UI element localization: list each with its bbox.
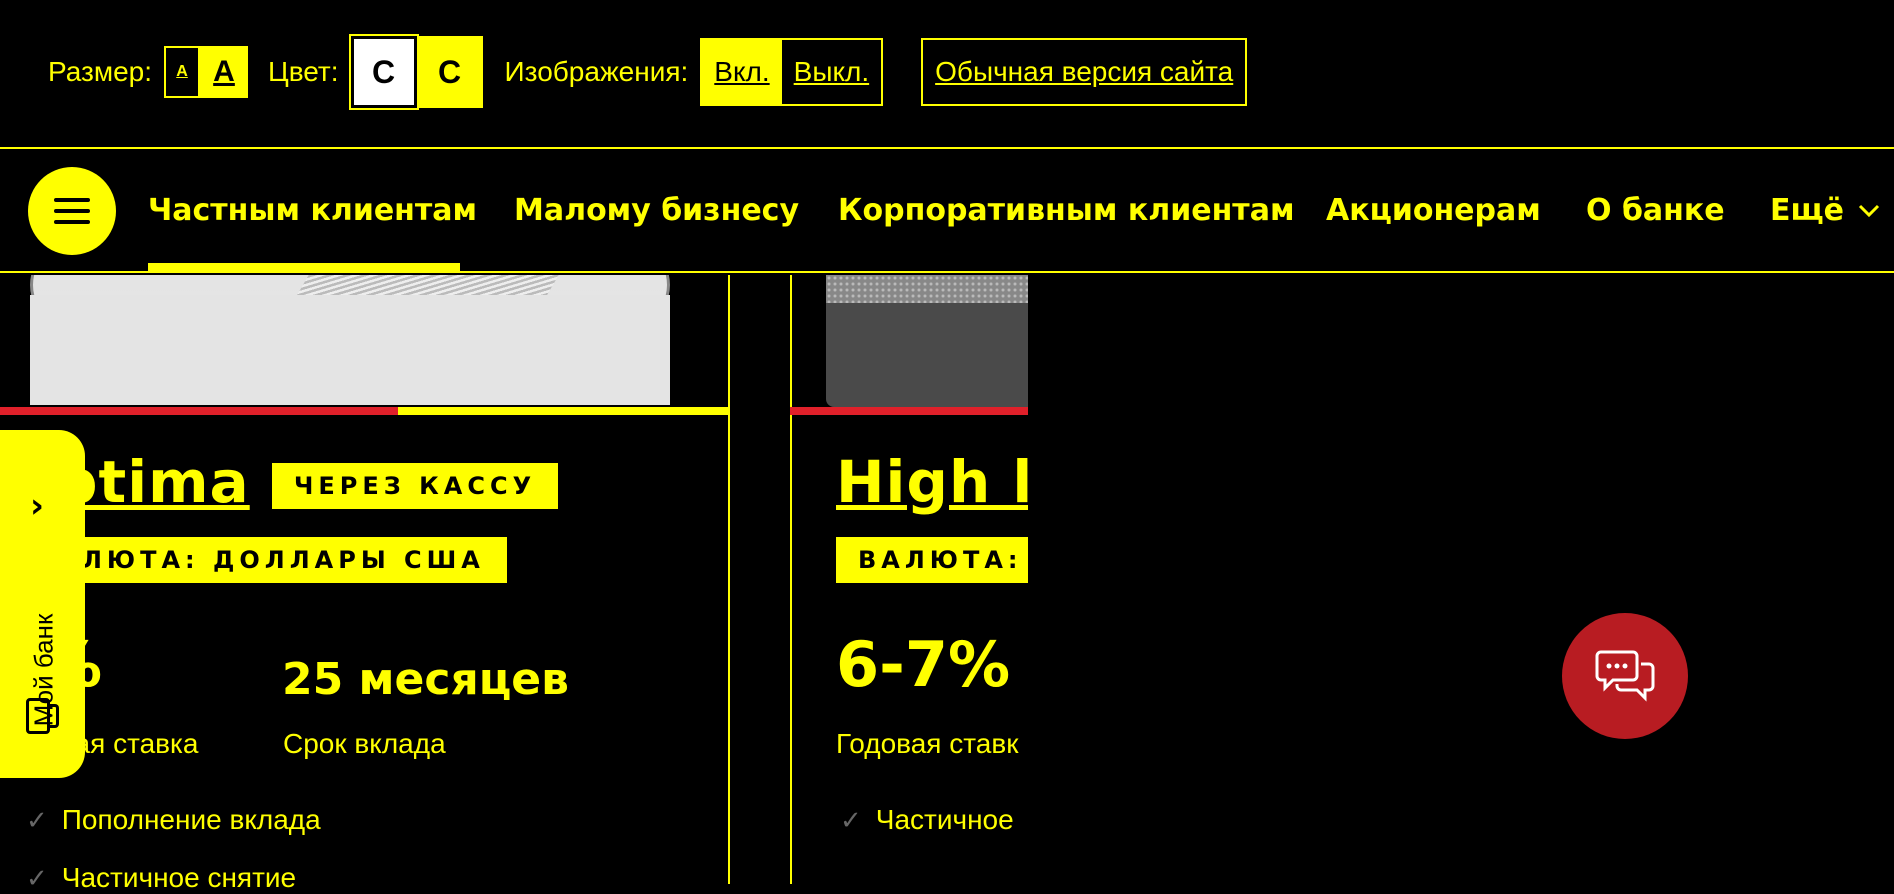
feature-text: Частичное — [875, 804, 1014, 835]
nav-item-private-clients[interactable]: Частным клиентам — [148, 149, 477, 271]
chat-icon — [1595, 650, 1655, 702]
active-nav-indicator — [148, 263, 460, 271]
card-border — [728, 275, 730, 884]
deposit-tag: ЧЕРЕЗ КАССУ — [272, 463, 559, 509]
mobile-device-icon-part — [48, 704, 59, 728]
images-off-button[interactable]: Выкл. — [781, 40, 882, 104]
nav-more-label: Ещё — [1770, 192, 1845, 228]
card-stripe-red — [0, 407, 398, 415]
deposit-title[interactable]: ptima — [56, 448, 250, 516]
images-toggle: Вкл. Выкл. — [700, 38, 884, 106]
chevron-right-icon: › — [30, 486, 45, 526]
my-bank-panel[interactable]: › Мой банк — [0, 430, 85, 778]
main-nav: Частным клиентам Малому бизнесу Корпорат… — [0, 147, 1894, 273]
list-item: ✓ Пополнение вклада — [26, 804, 321, 836]
feature-text: Частичное снятие — [61, 862, 297, 893]
color-yellow-button[interactable]: С — [416, 36, 483, 108]
nav-item-shareholders[interactable]: Акционерам — [1326, 149, 1541, 271]
accessibility-bar: Размер: A A Цвет: С С Изображения: Вкл. … — [0, 0, 1894, 147]
normal-version-link[interactable]: Обычная версия сайта — [921, 38, 1248, 106]
feature-text: Пополнение вклада — [61, 804, 321, 835]
list-item: ✓ Частичное — [840, 804, 1014, 836]
card-border — [790, 275, 792, 884]
check-icon: ✓ — [840, 804, 862, 835]
images-on-button[interactable]: Вкл. — [702, 40, 782, 104]
mobile-device-icon — [26, 698, 50, 734]
deposit-card-image — [790, 275, 1028, 407]
term-value: 25 месяцев — [282, 654, 569, 705]
color-scheme-group: С С — [348, 34, 483, 110]
nav-item-more[interactable]: Ещё — [1770, 149, 1882, 271]
card-stripe-red — [790, 407, 1028, 415]
chat-button[interactable] — [1562, 613, 1688, 739]
deposit-card-image — [0, 275, 728, 407]
content-clip — [1028, 275, 1894, 884]
nav-item-about-bank[interactable]: О банке — [1586, 149, 1725, 271]
check-icon: ✓ — [26, 862, 48, 893]
rate-label: Годовая ставк — [836, 728, 1019, 759]
nav-item-small-business[interactable]: Малому бизнесу — [514, 149, 799, 271]
check-icon: ✓ — [26, 804, 48, 835]
font-size-large-button[interactable]: A — [200, 46, 249, 98]
color-white-button[interactable]: С — [348, 34, 419, 110]
rate-value: 6-7% — [836, 628, 1011, 701]
images-label: Изображения: — [504, 56, 689, 87]
currency-tag: ВАЛЮТА: — [836, 537, 1045, 583]
list-item: ✓ Частичное снятие — [26, 862, 296, 894]
hamburger-icon[interactable] — [28, 167, 116, 255]
nav-item-corporate-clients[interactable]: Корпоративным клиентам — [838, 149, 1294, 271]
term-label: Срок вклада — [283, 728, 446, 759]
font-size-small-button[interactable]: A — [164, 46, 201, 98]
chevron-down-icon — [1858, 204, 1880, 218]
accessibility-controls: Размер: A A Цвет: С С Изображения: Вкл. … — [48, 34, 1248, 110]
size-label: Размер: — [48, 56, 153, 87]
deposit-title[interactable]: High l — [836, 448, 1033, 516]
currency-tag: ЛЮТА: ДОЛЛАРЫ США — [40, 537, 507, 583]
card-stripe-yellow — [398, 407, 728, 415]
color-label: Цвет: — [268, 56, 339, 87]
